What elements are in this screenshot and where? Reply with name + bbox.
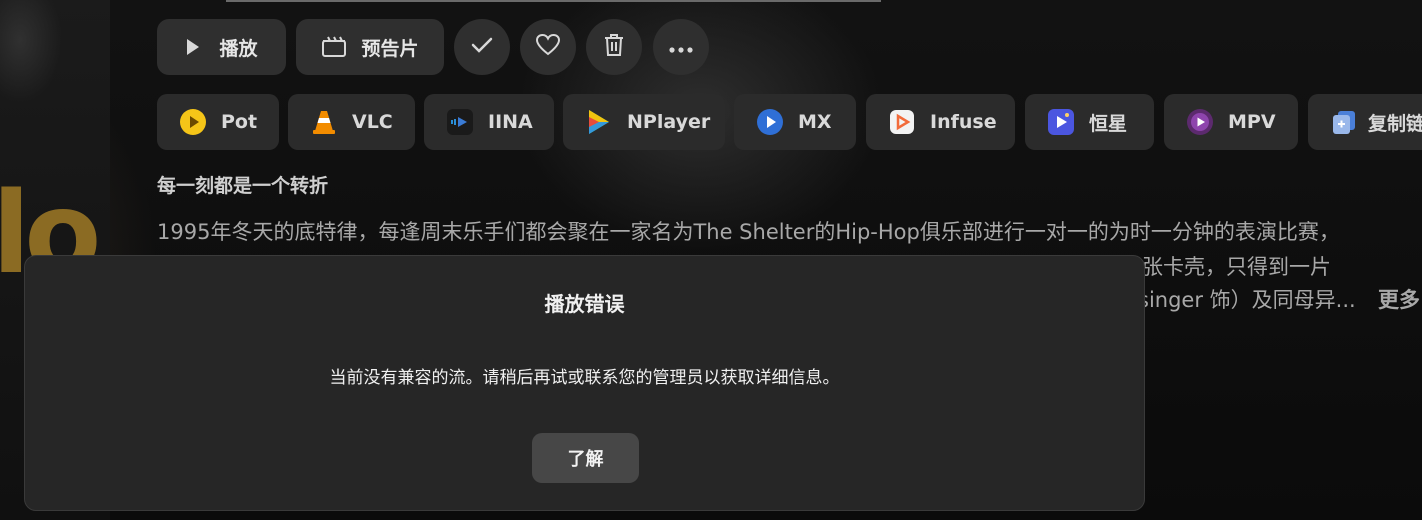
favorite-button[interactable] [520, 19, 576, 75]
more-link[interactable]: 更多 [1378, 284, 1420, 314]
overview-line-3: singer 饰）及同母异... [1138, 288, 1356, 312]
more-icon [669, 38, 693, 57]
player-infuse-button[interactable]: Infuse [866, 94, 1015, 150]
mx-player-icon [756, 108, 784, 136]
overview-line-1: 1995年冬天的底特律，每逢周末乐手们都会聚在一家名为The Shelter的H… [157, 220, 1340, 244]
progress-line [226, 0, 881, 2]
player-label: Pot [221, 111, 258, 133]
player-iina-button[interactable]: IINA [424, 94, 554, 150]
trash-icon [603, 33, 625, 61]
playback-error-dialog: 播放错误 当前没有兼容的流。请稍后再试或联系您的管理员以获取详细信息。 了解 [24, 255, 1145, 511]
player-label: 复制链 [1368, 112, 1422, 135]
pot-player-icon [179, 108, 207, 136]
player-mx-button[interactable]: MX [734, 94, 856, 150]
player-label: Infuse [930, 111, 997, 133]
heart-icon [535, 33, 561, 61]
mark-watched-button[interactable] [454, 19, 510, 75]
player-label: 恒星 [1089, 112, 1128, 135]
player-label: VLC [352, 111, 393, 133]
dialog-ok-button[interactable]: 了解 [532, 433, 639, 483]
player-label: MX [798, 111, 832, 133]
vlc-cone-icon [310, 108, 338, 136]
film-icon [321, 36, 347, 58]
infuse-icon [888, 108, 916, 136]
copy-link-button[interactable]: 复制链 [1308, 94, 1422, 150]
player-nplayer-button[interactable]: NPlayer [563, 94, 725, 150]
dialog-title: 播放错误 [544, 292, 625, 316]
play-button[interactable]: 播放 [157, 19, 286, 75]
trailer-button[interactable]: 预告片 [296, 19, 444, 75]
more-options-button[interactable] [653, 19, 709, 75]
overview-line-2: 紧张卡壳，只得到一片 [1121, 255, 1331, 279]
check-icon [471, 36, 493, 58]
stellar-icon [1047, 108, 1075, 136]
tagline: 每一刻都是一个转折 [157, 175, 329, 197]
player-label: NPlayer [627, 111, 711, 133]
delete-button[interactable] [586, 19, 642, 75]
iina-icon [446, 108, 474, 136]
play-icon [185, 38, 201, 56]
dialog-message: 当前没有兼容的流。请稍后再试或联系您的管理员以获取详细信息。 [329, 368, 840, 388]
trailer-label: 预告片 [361, 37, 419, 60]
mpv-icon [1186, 108, 1214, 136]
player-pot-button[interactable]: Pot [157, 94, 279, 150]
player-label: MPV [1228, 111, 1276, 133]
player-stellar-button[interactable]: 恒星 [1025, 94, 1154, 150]
copy-link-icon [1330, 108, 1358, 136]
player-label: IINA [488, 111, 533, 133]
player-vlc-button[interactable]: VLC [288, 94, 415, 150]
nplayer-icon [585, 108, 613, 136]
player-mpv-button[interactable]: MPV [1164, 94, 1298, 150]
play-label: 播放 [219, 37, 258, 60]
